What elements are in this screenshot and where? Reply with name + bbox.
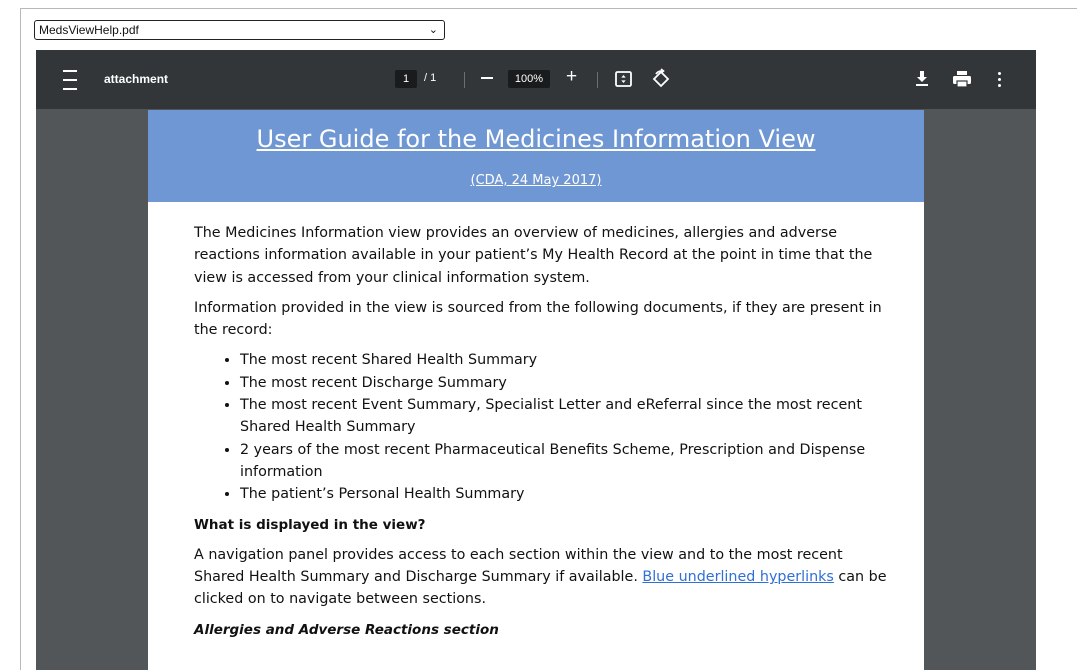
zoom-level-input[interactable]: 100% [508, 70, 550, 88]
document-select[interactable]: MedsViewHelp.pdf ⌄ [34, 20, 445, 40]
menu-icon[interactable] [58, 70, 82, 90]
pdf-toolbar: attachment 1 / 1 100% + [36, 50, 1036, 109]
fit-to-page-icon[interactable] [615, 71, 632, 87]
print-icon[interactable] [952, 70, 972, 88]
more-options-icon[interactable] [993, 70, 1005, 88]
pdf-viewer: attachment 1 / 1 100% + User Guide for t… [36, 50, 1036, 670]
page-total: / 1 [424, 72, 437, 84]
download-icon[interactable] [914, 70, 930, 88]
list-item: The patient’s Personal Health Summary [240, 483, 894, 505]
navigation-paragraph: A navigation panel provides access to ea… [194, 544, 894, 611]
chevron-down-icon: ⌄ [428, 24, 438, 36]
guide-subtitle: (CDA, 24 May 2017) [470, 173, 602, 188]
page-number-input[interactable]: 1 [395, 70, 417, 88]
intro-paragraph: The Medicines Information view provides … [194, 225, 873, 286]
toolbar-divider [464, 72, 465, 88]
guide-title: User Guide for the Medicines Information… [256, 125, 816, 153]
displayed-heading: What is displayed in the view? [194, 516, 426, 533]
page-body: The Medicines Information view provides … [194, 222, 894, 641]
list-item: The most recent Shared Health Summary [240, 349, 894, 371]
pdf-page: User Guide for the Medicines Information… [148, 110, 924, 670]
allergies-heading: Allergies and Adverse Reactions section [194, 621, 499, 638]
list-item: The most recent Discharge Summary [240, 372, 894, 394]
hyperlinks-link[interactable]: Blue underlined hyperlinks [642, 569, 833, 585]
document-select-value: MedsViewHelp.pdf [39, 23, 139, 37]
rotate-icon[interactable] [650, 68, 672, 90]
document-title: attachment [104, 72, 169, 86]
page-header-banner: User Guide for the Medicines Information… [148, 110, 924, 202]
sources-list: The most recent Shared Health Summary Th… [194, 349, 894, 505]
zoom-in-button[interactable]: + [566, 66, 577, 88]
list-item: 2 years of the most recent Pharmaceutica… [240, 439, 894, 484]
zoom-out-button[interactable] [479, 68, 495, 88]
sources-intro-paragraph: Information provided in the view is sour… [194, 299, 882, 339]
toolbar-divider [597, 72, 598, 88]
list-item: The most recent Event Summary, Specialis… [240, 394, 894, 439]
